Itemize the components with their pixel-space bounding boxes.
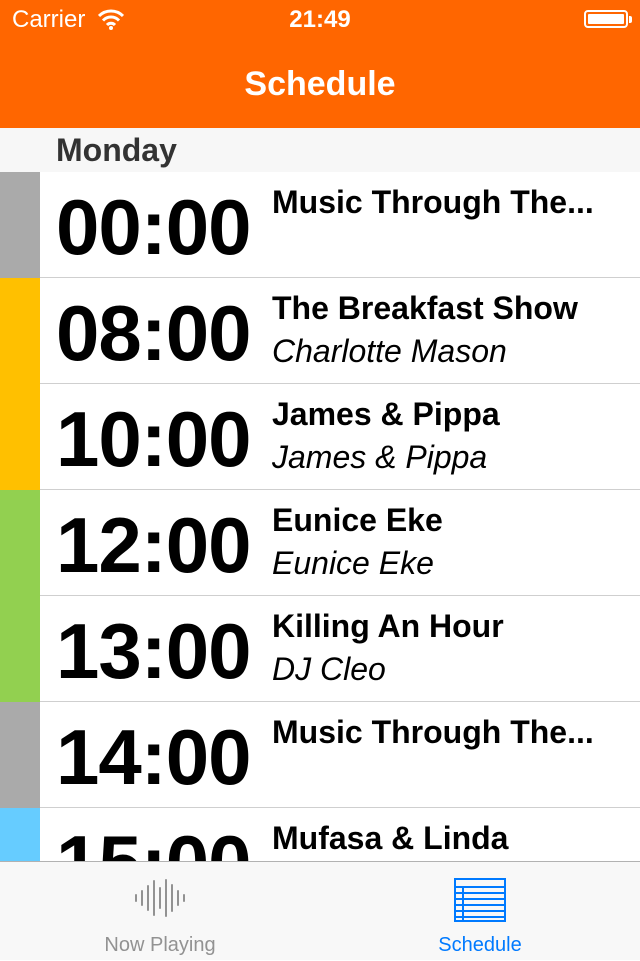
show-time: 15:00 bbox=[56, 818, 251, 861]
schedule-row[interactable]: 15:00 Mufasa & Linda bbox=[0, 808, 640, 861]
schedule-row[interactable]: 13:00 Killing An Hour DJ Cleo bbox=[0, 596, 640, 702]
schedule-row[interactable]: 00:00 Music Through The... bbox=[0, 172, 640, 278]
section-header: Monday bbox=[0, 128, 640, 172]
show-title: Music Through The... bbox=[272, 184, 594, 220]
show-time: 08:00 bbox=[56, 289, 251, 377]
status-bar: Carrier 21:49 bbox=[0, 0, 640, 40]
show-host: DJ Cleo bbox=[272, 651, 386, 687]
schedule-list[interactable]: 00:00 Music Through The... 08:00 The Breakf… bbox=[0, 172, 640, 861]
tab-label: Now Playing bbox=[104, 934, 216, 956]
show-time: 10:00 bbox=[56, 395, 251, 483]
tab-bar: Now Playing Schedule bbox=[0, 861, 640, 960]
show-title: James & Pippa bbox=[272, 396, 500, 432]
show-time: 13:00 bbox=[56, 607, 251, 695]
day-label: Monday bbox=[56, 132, 177, 168]
status-time: 21:49 bbox=[289, 6, 351, 33]
show-title: Eunice Eke bbox=[272, 502, 443, 538]
tab-label: Schedule bbox=[438, 934, 522, 956]
tab-now-playing[interactable]: Now Playing bbox=[0, 862, 320, 961]
category-color-bar bbox=[0, 278, 40, 384]
show-time: 12:00 bbox=[56, 501, 251, 589]
show-host: Charlotte Mason bbox=[272, 333, 507, 369]
show-time: 14:00 bbox=[56, 713, 251, 801]
show-time: 00:00 bbox=[56, 183, 251, 271]
tab-schedule[interactable]: Schedule bbox=[320, 862, 640, 961]
show-host: James & Pippa bbox=[272, 439, 488, 475]
category-color-bar bbox=[0, 702, 40, 808]
schedule-list-icon bbox=[454, 878, 506, 922]
schedule-row[interactable]: 10:00 James & Pippa James & Pippa bbox=[0, 384, 640, 490]
show-title: The Breakfast Show bbox=[272, 290, 578, 326]
show-host: Eunice Eke bbox=[272, 545, 434, 581]
show-title: Killing An Hour bbox=[272, 608, 504, 644]
navigation-bar: Carrier 21:49 Schedule bbox=[0, 0, 640, 128]
schedule-row[interactable]: 12:00 Eunice Eke Eunice Eke bbox=[0, 490, 640, 596]
category-color-bar bbox=[0, 808, 40, 861]
schedule-row[interactable]: 14:00 Music Through The... bbox=[0, 702, 640, 808]
page-title: Schedule bbox=[244, 65, 396, 103]
category-color-bar bbox=[0, 384, 40, 490]
waveform-icon bbox=[135, 879, 185, 917]
show-title: Music Through The... bbox=[272, 714, 594, 750]
category-color-bar bbox=[0, 490, 40, 596]
schedule-row[interactable]: 08:00 The Breakfast Show Charlotte Mason bbox=[0, 278, 640, 384]
category-color-bar bbox=[0, 172, 40, 278]
show-title: Mufasa & Linda bbox=[272, 820, 509, 856]
battery-icon bbox=[584, 10, 632, 28]
category-color-bar bbox=[0, 596, 40, 702]
